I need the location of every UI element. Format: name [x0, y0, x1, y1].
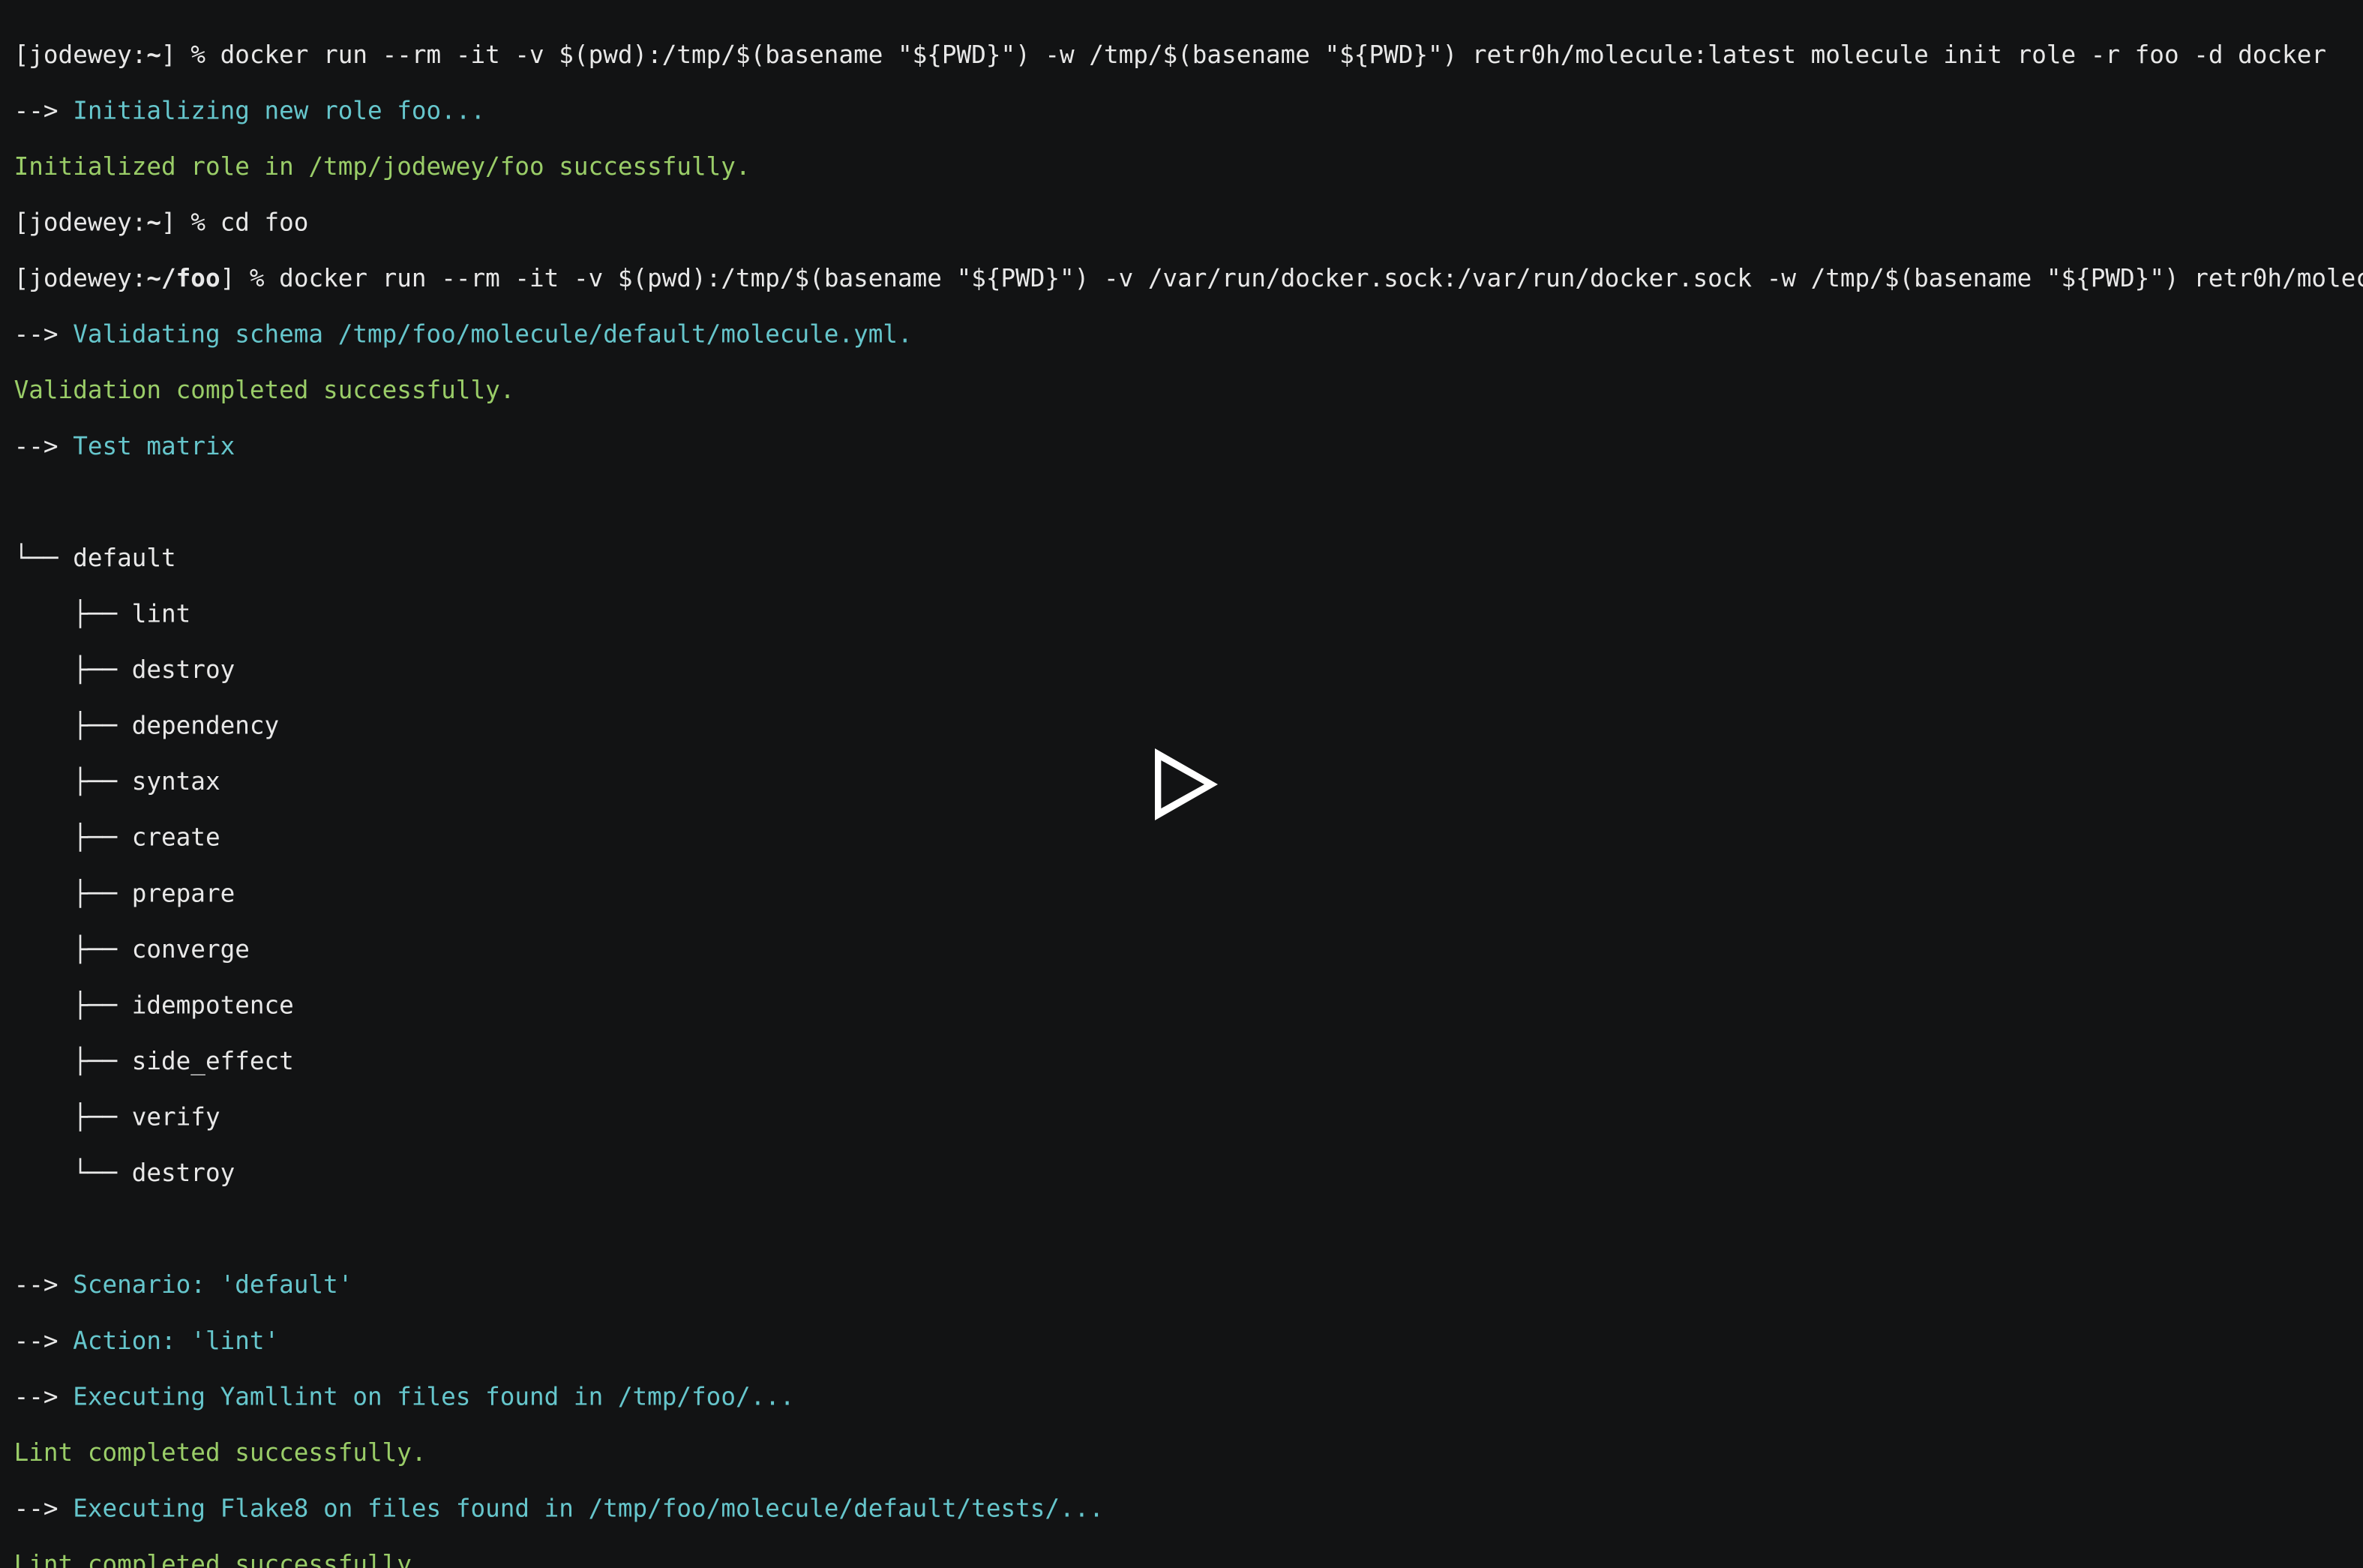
output-line: --> Validating schema /tmp/foo/molecule/… — [14, 322, 2363, 349]
success-line: Validation completed successfully. — [14, 377, 2363, 405]
arrow: --> — [14, 1328, 73, 1356]
success-line: Lint completed successfully. — [14, 1440, 2363, 1468]
prompt-cwd: ~ — [146, 42, 161, 70]
status-text: Validating schema /tmp/foo/molecule/defa… — [73, 322, 912, 349]
action-label: Action: 'lint' — [73, 1328, 279, 1356]
prompt-line-3: [jodewey:~/foo] % docker run --rm -it -v… — [14, 265, 2363, 293]
blank-line — [14, 1216, 2363, 1244]
prompt-suffix: ] % — [161, 210, 220, 238]
tree-item: ├── lint — [14, 601, 2363, 629]
output-line: --> Initializing new role foo... — [14, 97, 2363, 125]
output-line: --> Executing Yamllint on files found in… — [14, 1384, 2363, 1411]
arrow: --> — [14, 1495, 73, 1523]
command-text: docker run --rm -it -v $(pwd):/tmp/$(bas… — [279, 265, 2363, 293]
prompt-line-1: [jodewey:~] % docker run --rm -it -v $(p… — [14, 42, 2363, 70]
output-line: --> Executing Flake8 on files found in /… — [14, 1495, 2363, 1523]
success-line: Lint completed successfully. — [14, 1552, 2363, 1568]
matrix-label: Test matrix — [73, 433, 235, 461]
tree-item: ├── idempotence — [14, 992, 2363, 1020]
scenario-label: Scenario: 'default' — [73, 1272, 352, 1300]
command-text: cd foo — [220, 210, 309, 238]
status-text: Executing Yamllint on files found in /tm… — [73, 1384, 794, 1411]
play-button[interactable] — [1137, 739, 1227, 829]
prompt-suffix: ] % — [220, 265, 280, 293]
arrow: --> — [14, 433, 73, 461]
prompt-prefix: [jodewey: — [14, 265, 147, 293]
prompt-prefix: [jodewey: — [14, 42, 147, 70]
arrow: --> — [14, 322, 73, 349]
tree-item: ├── dependency — [14, 713, 2363, 741]
output-line: --> Test matrix — [14, 433, 2363, 461]
success-line: Initialized role in /tmp/jodewey/foo suc… — [14, 154, 2363, 181]
tree-item: ├── destroy — [14, 657, 2363, 685]
tree-item: ├── converge — [14, 937, 2363, 964]
arrow: --> — [14, 97, 73, 125]
arrow: --> — [14, 1384, 73, 1411]
prompt-cwd: ~/foo — [146, 265, 220, 293]
output-line: --> Scenario: 'default' — [14, 1272, 2363, 1300]
tree-root: └── default — [14, 545, 2363, 573]
tree-item: ├── side_effect — [14, 1048, 2363, 1076]
prompt-cwd: ~ — [146, 210, 161, 238]
tree-item: ├── verify — [14, 1105, 2363, 1132]
command-text: docker run --rm -it -v $(pwd):/tmp/$(bas… — [220, 42, 2326, 70]
status-text: Executing Flake8 on files found in /tmp/… — [73, 1495, 1104, 1523]
status-text: Initializing new role foo... — [73, 97, 485, 125]
output-line: --> Action: 'lint' — [14, 1328, 2363, 1356]
tree-item: ├── prepare — [14, 880, 2363, 908]
tree-item: └── destroy — [14, 1160, 2363, 1188]
prompt-suffix: ] % — [161, 42, 220, 70]
prompt-line-2: [jodewey:~] % cd foo — [14, 210, 2363, 238]
arrow: --> — [14, 1272, 73, 1300]
blank-line — [14, 489, 2363, 517]
play-icon — [1137, 739, 1227, 829]
prompt-prefix: [jodewey: — [14, 210, 147, 238]
